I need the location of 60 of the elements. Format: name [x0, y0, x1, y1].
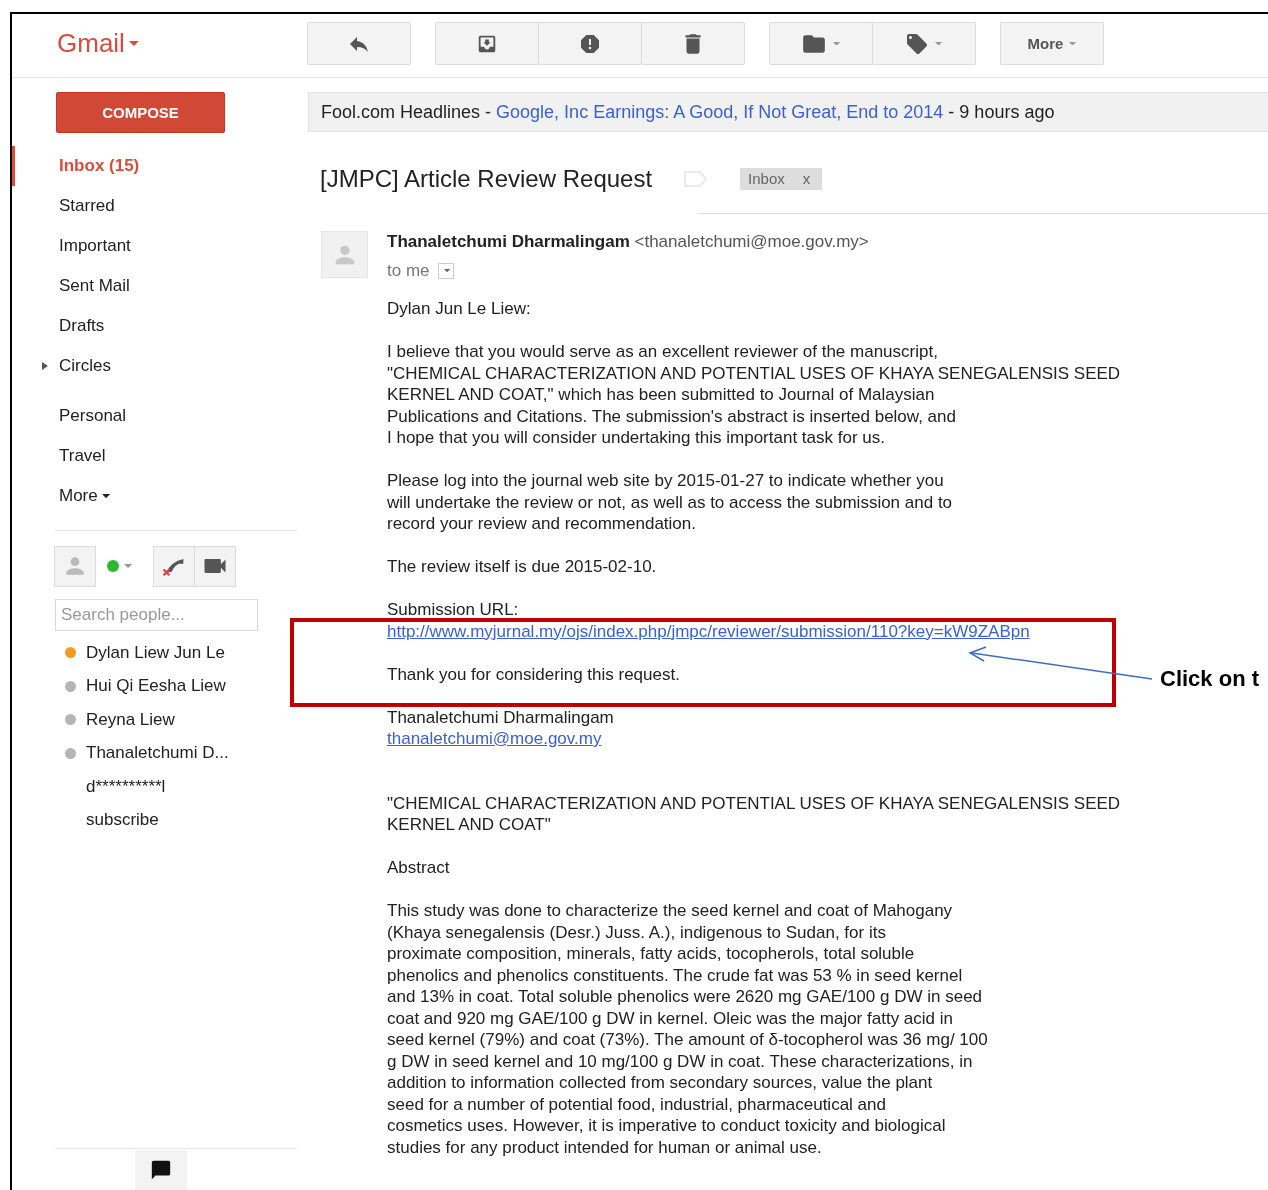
body-paragraph: Abstract — [387, 857, 450, 879]
contact-item[interactable]: subscribe — [12, 803, 308, 837]
status-icon — [106, 559, 120, 573]
contact-item[interactable]: Thanaletchumi D... — [12, 736, 308, 770]
move-to-button[interactable] — [769, 22, 873, 65]
body-paragraph: Submission URL: — [387, 599, 519, 621]
body-paragraph: Dylan Jun Le Liew: — [387, 298, 531, 320]
body-paragraph: Thank you for considering this request. — [387, 663, 680, 685]
archive-button[interactable] — [435, 22, 539, 65]
contact-item[interactable]: Dylan Liew Jun Le — [12, 636, 308, 670]
folder-link[interactable]: Sent Mail — [12, 266, 308, 306]
body-paragraph: The review itself is due 2015-02-10. — [387, 556, 657, 578]
chat-button[interactable] — [135, 1150, 187, 1190]
more-button[interactable]: More — [1000, 22, 1104, 65]
details-dropdown[interactable] — [437, 263, 454, 279]
recipient-text: to me — [387, 260, 430, 282]
compose-button[interactable]: COMPOSE — [56, 92, 225, 133]
body-paragraph: Thanaletchumi Dharmalingam — [387, 706, 614, 728]
message-subject: [JMPC] Article Review Request — [320, 165, 653, 193]
body-paragraph: "CHEMICAL CHARACTERIZATION AND POTENTIAL USES OF KHAYA SENEGALENSIS SEED KERNEL AND COAT" — [387, 792, 1121, 836]
body-paragraph: Please log into the journal web site by 2015-01-27 to indicate whether you will undertake the review or not, as well as to access the submission and to record your review and recommendation. — [387, 470, 953, 535]
caret-icon — [833, 41, 841, 46]
caret-icon — [101, 493, 110, 499]
folder-link[interactable]: Travel — [12, 436, 308, 476]
folder-link[interactable]: Important — [12, 226, 308, 266]
gmail-menu[interactable]: Gmail — [57, 28, 139, 59]
body-paragraph: This study was done to characterize the seed kernel and coat of Mahogany (Khaya senegalensis (Desr.) Juss. A.), indigenous to Sudan, for its proximate composition, minerals, fatty acids, tocopherols, total soluble phenolics and phenolics constituents. The crude fat was 53 % in seed kernel and 13% in coat. Total soluble phenolics were 2620 mg GAE/100 g DW in seed coat and 920 mg GAE/100 g DW in kernel. Oleic was the major fatty acid in seed kernel (79%) and coat (73%). The amount of δ-tocopherol was 36 mg/ 100 g DW in seed kernel and 10 mg/100 g DW in coat. These characterizations, in addition to information collected from secondary sources, value the plant seed for a number of potential food, industrial, pharmaceutical and cosmetics uses. However, it is imperative to conduct toxicity and biological studies for any product intended for human or animal use. — [387, 900, 988, 1158]
folder-link[interactable]: Drafts — [12, 306, 308, 346]
folder-link[interactable]: Starred — [12, 186, 308, 226]
contact-item[interactable]: d**********l — [12, 770, 308, 804]
phone-button[interactable] — [153, 545, 196, 587]
delete-button[interactable] — [641, 22, 745, 65]
headline-link[interactable]: Google, Inc Earnings: A Good, If Not Great, End to 2014 — [496, 101, 944, 122]
label-chip[interactable]: Inbox x — [740, 168, 823, 190]
sender-name: Thanaletchumi Dharmalingam — [387, 232, 630, 251]
folder-link[interactable]: Personal — [12, 396, 308, 436]
body-link[interactable]: thanaletchumi@moe.gov.my — [387, 728, 602, 750]
annotation-text: Click on t — [1160, 666, 1259, 692]
caret-icon — [1069, 41, 1077, 46]
contact-item[interactable]: Reyna Liew — [12, 703, 308, 737]
tag-icon — [905, 31, 930, 56]
web-clip-text: Fool.com Headlines - Google, Inc Earnings: A Good, If Not Great, End to 2014 - 9 hours ago — [321, 101, 1055, 123]
folder-link[interactable]: Circles — [12, 346, 308, 386]
caret-icon — [935, 41, 943, 46]
caret-icon — [124, 563, 133, 569]
expand-icon[interactable] — [41, 361, 49, 371]
spam-button[interactable] — [538, 22, 642, 65]
body-paragraph: I believe that you would serve as an excellent reviewer of the manuscript, "CHEMICAL CHARACTERIZATION AND POTENTIAL USES OF KHAYA SENEGALENSIS SEED KERNEL AND COAT," which has been submitted to Journal of Malaysian Publications and Citations. The submission's abstract is inserted below, and I hope that you will consider undertaking this important task for us. — [387, 341, 1121, 449]
contact-item[interactable]: Hui Qi Eesha Liew — [12, 669, 308, 703]
body-link[interactable]: http://www.myjurnal.my/ojs/index.php/jmpc/reviewer/submission/110?key=kW9ZABpn — [387, 620, 1030, 642]
sender-address: <thanaletchumi@moe.gov.my> — [634, 232, 869, 251]
folder-link[interactable]: Inbox (15) — [12, 146, 308, 186]
labels-button[interactable] — [872, 22, 976, 65]
video-button[interactable] — [194, 545, 237, 587]
caret-icon — [444, 269, 451, 273]
status-menu[interactable] — [106, 559, 133, 573]
caret-icon — [128, 40, 139, 46]
folder-link[interactable]: More — [12, 476, 308, 516]
speech-bubble-icon — [150, 1159, 172, 1181]
search-field[interactable]: Search people... — [55, 599, 258, 631]
